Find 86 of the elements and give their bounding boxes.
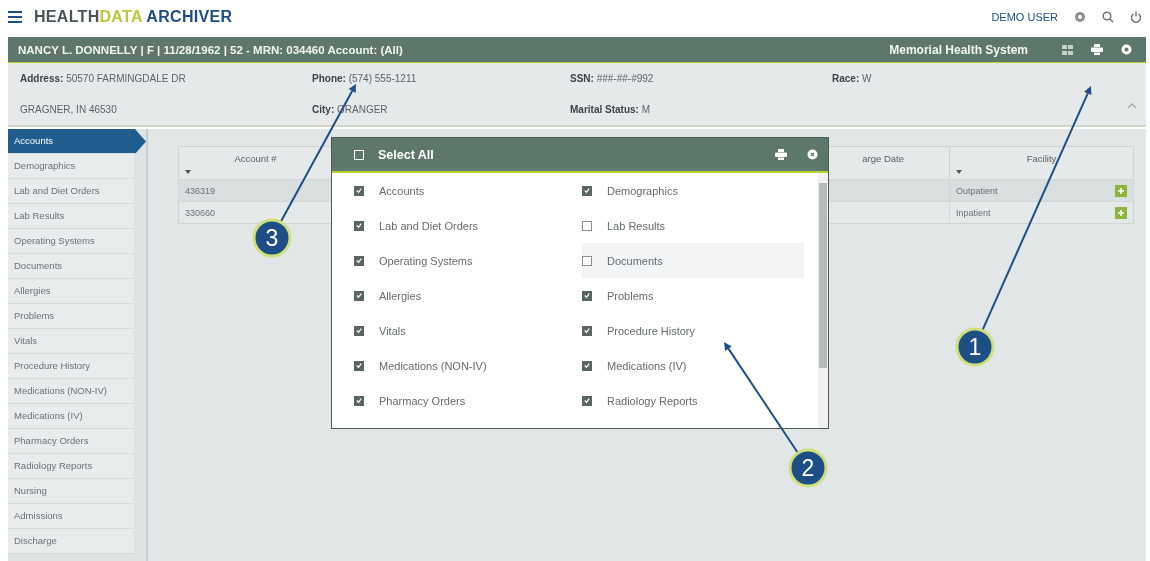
table-cell: Outpatient (956, 185, 998, 196)
column-header[interactable]: Account # (234, 153, 277, 164)
print-icon[interactable] (775, 149, 787, 160)
info-field: Address: 50570 FARMINGDALE DR (20, 73, 186, 84)
checkbox[interactable] (354, 255, 364, 266)
grid-icon[interactable] (1062, 44, 1073, 55)
info-field: GRAGNER, IN 46530 (20, 104, 117, 115)
checkbox-row[interactable]: Radiology Reports (582, 383, 818, 418)
checkbox[interactable] (354, 290, 364, 301)
checkbox[interactable] (582, 185, 592, 196)
checkbox-label[interactable]: Operating Systems (379, 254, 473, 267)
sidebar-item[interactable]: Vitals (8, 329, 134, 354)
column-header[interactable]: Facility (1026, 153, 1057, 164)
select-all-label[interactable]: Select All (378, 147, 434, 162)
checkbox-row[interactable]: Procedure History (582, 313, 818, 348)
checkbox-row[interactable]: Allergies (354, 278, 582, 313)
checkbox-label[interactable]: Documents (607, 254, 663, 267)
sidebar-item[interactable]: Accounts (8, 129, 146, 154)
sidebar-item[interactable]: Radiology Reports (8, 454, 134, 479)
checkbox[interactable] (582, 360, 592, 371)
checkbox-row[interactable]: Pharmacy Orders (354, 383, 582, 418)
checkbox-label[interactable]: Pharmacy Orders (379, 394, 466, 407)
checkbox[interactable] (354, 395, 364, 406)
checkbox-label[interactable]: Medications (NON-IV) (379, 359, 487, 372)
sidebar-item[interactable]: Medications (NON-IV) (8, 379, 134, 404)
sidebar-item[interactable]: Allergies (8, 279, 134, 304)
checkbox[interactable] (354, 185, 364, 196)
table-cell: Inpatient (956, 207, 991, 218)
checkbox-label[interactable]: Radiology Reports (607, 394, 698, 407)
close-icon[interactable] (807, 149, 818, 160)
callout-badge: 3 (252, 218, 292, 258)
checkbox-row[interactable]: Medications (NON-IV) (354, 348, 582, 383)
checkbox-label[interactable]: Procedure History (607, 324, 696, 337)
checkbox-row[interactable]: Medications (IV) (582, 348, 818, 383)
callout-badge: 2 (788, 448, 828, 488)
checkbox[interactable] (582, 395, 592, 406)
power-icon[interactable] (1130, 10, 1142, 23)
organization-name: Memorial Health System (889, 42, 1028, 57)
settings-icon[interactable] (1074, 10, 1086, 23)
table-cell: 436319 (185, 185, 216, 196)
checkbox-label[interactable]: Demographics (607, 184, 678, 197)
checkbox-row[interactable]: Documents (582, 243, 804, 278)
info-field: Race: W (832, 73, 872, 84)
checkbox-label[interactable]: Vitals (379, 324, 406, 337)
checkbox[interactable] (582, 220, 592, 231)
sidebar-item[interactable]: Lab and Diet Orders (8, 179, 134, 204)
checkbox[interactable] (582, 255, 592, 266)
sidebar-item[interactable]: Operating Systems (8, 229, 134, 254)
checkbox[interactable] (354, 220, 364, 231)
sidebar-item[interactable]: Problems (8, 304, 134, 329)
sidebar-item[interactable]: Procedure History (8, 354, 134, 379)
patient-title: NANCY L. DONNELLY | F | 11/28/1962 | 52 - MRN: 034460 Account: (All) (18, 43, 403, 56)
search-icon[interactable] (1102, 10, 1114, 23)
info-field: Marital Status: M (570, 104, 650, 115)
checkbox-label[interactable]: Medications (IV) (607, 359, 687, 372)
sort-caret-icon[interactable] (956, 170, 962, 174)
sidebar-item[interactable]: Pharmacy Orders (8, 429, 134, 454)
checkbox[interactable] (582, 325, 592, 336)
user-name[interactable]: DEMO USER (991, 10, 1058, 23)
print-icon[interactable] (1091, 44, 1103, 55)
scrollbar[interactable] (818, 173, 828, 428)
column-header[interactable]: arge Date (862, 153, 904, 164)
checkbox-row[interactable]: Operating Systems (354, 243, 582, 278)
checkbox[interactable] (354, 325, 364, 336)
checkbox-row[interactable]: Vitals (354, 313, 582, 348)
sidebar-item[interactable]: Lab Results (8, 204, 134, 229)
table-cell: 330660 (185, 207, 216, 218)
info-field: Phone: (574) 555-1211 (312, 73, 417, 84)
checkbox-label[interactable]: Accounts (379, 184, 425, 197)
checkbox-row[interactable]: Problems (582, 278, 818, 313)
checkbox-label[interactable]: Allergies (379, 289, 422, 302)
checkbox-label[interactable]: Problems (607, 289, 654, 302)
sidebar-item[interactable]: Documents (8, 254, 134, 279)
info-field: SSN: ###-##-#992 (570, 73, 654, 84)
checkbox[interactable] (354, 360, 364, 371)
sidebar-item[interactable]: Demographics (8, 154, 134, 179)
sidebar-item[interactable]: Medications (IV) (8, 404, 134, 429)
sidebar-item[interactable]: Nursing (8, 479, 134, 504)
sidebar-item[interactable]: Discharge (8, 529, 134, 554)
settings-icon[interactable] (1121, 44, 1132, 55)
sort-caret-icon[interactable] (185, 170, 191, 174)
sidebar-item[interactable]: Admissions (8, 504, 134, 529)
checkbox[interactable] (582, 290, 592, 301)
app-logo: HEALTHDATA ARCHIVER (34, 7, 233, 26)
callout-badge: 1 (955, 327, 995, 367)
menu-icon[interactable] (8, 10, 22, 23)
